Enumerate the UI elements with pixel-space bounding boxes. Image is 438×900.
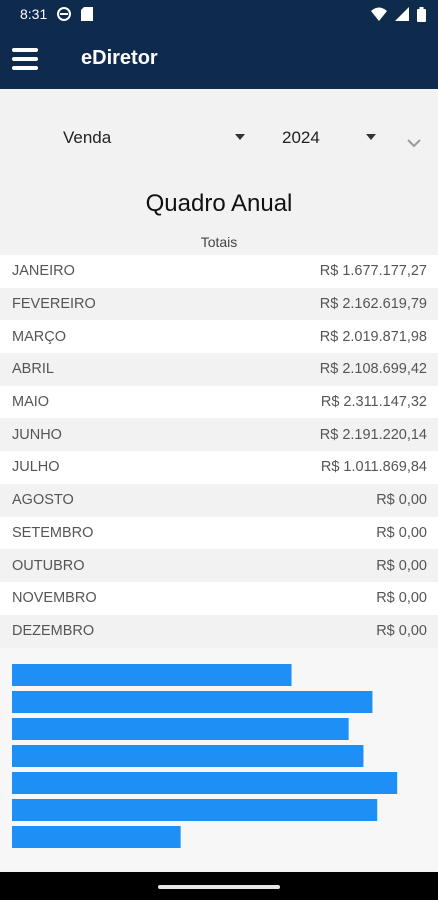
month-label: OUTUBRO [12,557,85,574]
sd-card-icon [81,7,94,21]
month-label: JANEIRO [12,263,75,280]
month-label: FEVEREIRO [12,296,96,313]
month-total: R$ 2.108.699,42 [319,361,427,378]
home-indicator[interactable] [158,885,280,889]
month-label: ABRIL [12,361,54,378]
month-total: R$ 0,00 [376,557,427,574]
chart-bar-julho [12,826,181,848]
table-row: AGOSTO R$ 0,00 [0,483,438,517]
year-select-value: 2024 [282,128,320,147]
table-row: ABRIL R$ 2.108.699,42 [0,353,438,386]
status-time: 8:31 [20,6,48,22]
year-dropdown-arrow-icon [366,134,376,140]
chart-bar-março [12,718,349,740]
status-bar: 8:31 [0,0,438,28]
section-title: Quadro Anual [145,190,293,217]
month-label: NOVEMBRO [12,590,97,607]
month-label: JUNHO [12,426,62,443]
navigation-bar [0,872,438,900]
table-row: MAIO R$ 2.311.147,32 [0,385,438,419]
month-label: SETEMBRO [12,524,94,541]
type-select[interactable]: Venda [63,126,248,150]
month-label: MARÇO [12,328,66,345]
month-total: R$ 1.677.177,27 [319,263,427,280]
chart-bar-abril [12,745,364,767]
month-total: R$ 0,00 [376,622,427,639]
sync-icon [57,7,72,21]
table-row: OUTUBRO R$ 0,00 [0,549,438,582]
app-bar: eDiretor [0,28,438,89]
battery-icon [417,6,426,22]
month-total: R$ 0,00 [376,524,427,541]
signal-icon [395,7,409,21]
month-label: JULHO [12,459,60,476]
chart-bar-junho [12,799,378,821]
table-row: NOVEMBRO R$ 0,00 [0,581,438,615]
chart-bar-maio [12,772,398,794]
table-row: JUNHO R$ 2.191.220,14 [0,418,438,452]
chevron-down-icon[interactable] [407,136,421,150]
section-subtitle: Totais [200,234,238,250]
month-label: AGOSTO [12,492,74,509]
chart-bar-fevereiro [12,691,373,713]
type-dropdown-arrow-icon [235,134,245,140]
table-row: FEVEREIRO R$ 2.162.619,79 [0,287,438,321]
chart-bar-janeiro [12,664,292,686]
month-total: R$ 2.019.871,98 [319,328,427,345]
month-total: R$ 0,00 [376,492,427,509]
table-row: JULHO R$ 1.011.869,84 [0,451,438,484]
month-total: R$ 0,00 [376,590,427,607]
bar-chart-svg [12,664,398,848]
table-row: JANEIRO R$ 1.677.177,27 [0,255,438,288]
monthly-bar-chart [0,648,438,870]
month-label: DEZEMBRO [12,622,95,639]
monthly-totals-table: JANEIRO R$ 1.677.177,27 FEVEREIRO R$ 2.162… [0,255,438,648]
month-total: R$ 2.311.147,32 [320,394,427,411]
table-row: SETEMBRO R$ 0,00 [0,516,438,550]
table-row: MARÇO R$ 2.019.871,98 [0,320,438,354]
month-label: MAIO [12,394,50,411]
month-total: R$ 1.011.869,84 [320,459,427,476]
table-row: DEZEMBRO R$ 0,00 [0,614,438,648]
wifi-icon [371,7,387,21]
menu-icon[interactable] [12,47,38,70]
year-select[interactable]: 2024 [282,126,378,150]
month-total: R$ 2.162.619,79 [319,296,427,313]
type-select-value: Venda [63,128,112,147]
app-title: eDiretor [81,47,158,69]
month-total: R$ 2.191.220,14 [319,426,427,443]
